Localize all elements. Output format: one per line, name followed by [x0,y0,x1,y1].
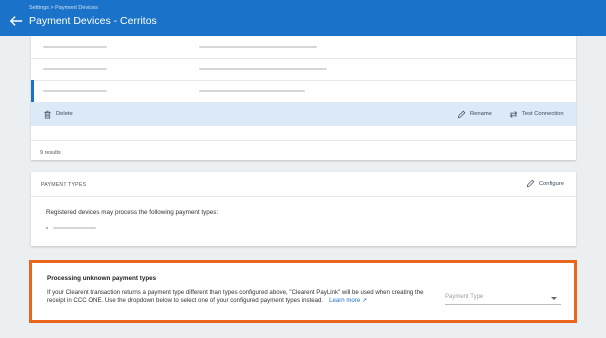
results-divider [31,140,576,141]
unknown-description-line-2: receipt in CCC ONE. Use the dropdown bel… [47,297,367,304]
delete-button[interactable]: Delete [43,108,73,120]
test-connection-label: Test Connection [522,111,564,117]
learn-more-link[interactable]: Learn more ↗ [329,297,367,304]
rename-button[interactable]: Rename [457,108,492,120]
test-connection-button[interactable]: Test Connection [509,108,564,120]
row-action-bar: Delete Rename Test Connection [31,102,576,126]
unknown-description-line-1: If your Clearent transaction returns a p… [47,289,424,296]
device-name-placeholder [43,90,107,92]
section-title: PAYMENT TYPES [41,182,87,188]
unknown-section-title: Processing unknown payment types [47,275,157,282]
list-bullet [46,227,48,229]
payment-types-description: Registered devices may process the follo… [46,209,219,216]
device-row[interactable] [31,36,576,58]
device-name-placeholder [43,46,107,48]
payment-type-placeholder: Payment Type [445,294,484,300]
dropdown-caret-icon [551,297,557,300]
trash-icon [44,110,51,118]
payment-type-placeholder [53,227,96,229]
pencil-icon [457,110,466,118]
app-bar: Settings > Payment Devices Payment Devic… [0,0,606,36]
learn-more-label: Learn more [329,297,361,304]
devices-card: Delete Rename Test Connection 9 results [31,36,576,160]
section-divider [31,196,576,197]
delete-label: Delete [56,111,73,117]
rename-label: Rename [470,111,492,117]
unknown-description-text: receipt in CCC ONE. Use the dropdown bel… [47,297,324,304]
payment-type-select[interactable]: Payment Type [445,293,561,305]
payment-types-card: PAYMENT TYPES Configure Registered devic… [31,172,576,246]
device-row-selected[interactable] [31,80,576,102]
device-name-placeholder [43,68,107,70]
unknown-payment-types-section: Processing unknown payment types If your… [29,260,577,323]
breadcrumb[interactable]: Settings > Payment Devices [29,5,98,11]
configure-label: Configure [538,180,564,187]
device-detail-placeholder [199,68,327,70]
device-detail-placeholder [199,90,305,92]
configure-button[interactable]: Configure [526,179,564,188]
page-title: Payment Devices - Cerritos [29,15,157,27]
device-row[interactable] [31,58,576,80]
pencil-icon [526,179,535,188]
swap-arrows-icon [509,110,518,118]
back-arrow-icon[interactable] [9,14,23,28]
results-count: 9 results [40,150,61,156]
device-detail-placeholder [199,46,317,48]
external-link-icon: ↗ [361,297,368,304]
